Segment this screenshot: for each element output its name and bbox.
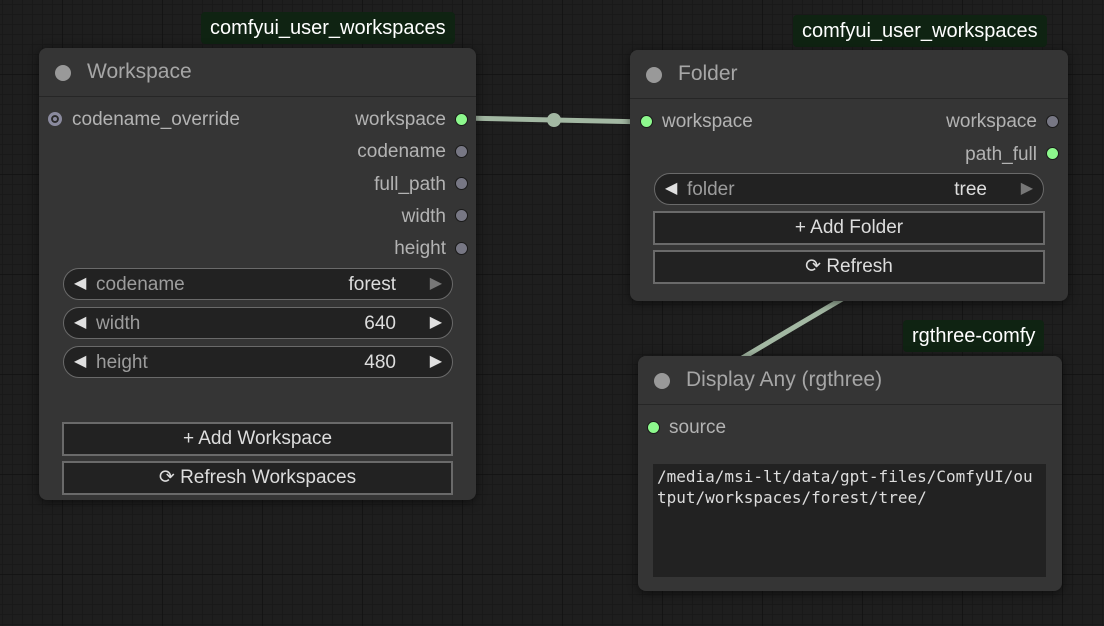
output-slot-height[interactable] — [455, 242, 468, 255]
node-title: Folder — [678, 62, 738, 85]
output-slot-workspace[interactable] — [455, 113, 468, 126]
widget-value: tree — [954, 179, 987, 200]
input-label-codename-override: codename_override — [72, 109, 240, 130]
widget-value: forest — [348, 274, 396, 295]
collapse-dot-icon[interactable] — [654, 373, 670, 389]
refresh-workspaces-button[interactable]: ⟳ Refresh Workspaces — [62, 461, 453, 495]
arrow-right-icon[interactable]: ▶ — [430, 351, 442, 373]
height-number-widget[interactable]: ◀ height 480 ▶ — [63, 346, 453, 378]
output-label-codename: codename — [357, 141, 446, 162]
node-badge-display-any: rgthree-comfy — [903, 320, 1045, 352]
output-label-workspace: workspace — [355, 109, 446, 130]
display-any-node[interactable]: Display Any (rgthree) source /media/msi-… — [638, 356, 1062, 591]
output-slot-width[interactable] — [455, 209, 468, 222]
output-label-workspace: workspace — [946, 111, 1037, 132]
folder-node-title-bar[interactable]: Folder — [630, 50, 1068, 99]
widget-label: folder — [687, 179, 735, 200]
arrow-left-icon[interactable]: ◀ — [74, 273, 86, 295]
widget-label: codename — [96, 274, 185, 295]
widget-value: 480 — [364, 352, 396, 373]
arrow-right-icon[interactable]: ▶ — [430, 312, 442, 334]
workspace-node-title-bar[interactable]: Workspace — [39, 48, 476, 97]
output-label-height: height — [394, 238, 446, 259]
folder-combo-widget[interactable]: ◀ folder tree ▶ — [654, 173, 1044, 205]
output-label-width: width — [401, 206, 446, 227]
display-output-text: /media/msi-lt/data/gpt-files/ComfyUI/out… — [653, 464, 1046, 577]
arrow-left-icon[interactable]: ◀ — [74, 351, 86, 373]
output-slot-path-full[interactable] — [1046, 147, 1059, 160]
widget-value: 640 — [364, 313, 396, 334]
output-label-path-full: path_full — [965, 144, 1037, 165]
node-badge-workspace: comfyui_user_workspaces — [201, 12, 455, 44]
width-number-widget[interactable]: ◀ width 640 ▶ — [63, 307, 453, 339]
output-slot-workspace[interactable] — [1046, 115, 1059, 128]
widget-label: width — [96, 313, 141, 334]
output-slot-codename[interactable] — [455, 145, 468, 158]
output-slot-full-path[interactable] — [455, 177, 468, 190]
output-label-full-path: full_path — [374, 174, 446, 195]
node-title: Display Any (rgthree) — [686, 368, 883, 391]
arrow-right-icon[interactable]: ▶ — [430, 273, 442, 295]
arrow-left-icon[interactable]: ◀ — [665, 178, 677, 200]
workspace-node[interactable]: Workspace codename_override workspace co… — [39, 48, 476, 500]
input-label-source: source — [669, 417, 727, 438]
collapse-dot-icon[interactable] — [55, 65, 71, 81]
widget-label: height — [96, 352, 148, 373]
add-folder-button[interactable]: + Add Folder — [653, 211, 1045, 245]
input-label-workspace: workspace — [662, 111, 753, 132]
add-workspace-button[interactable]: + Add Workspace — [62, 422, 453, 456]
link-midpoint-handle[interactable] — [547, 113, 561, 127]
refresh-button[interactable]: ⟳ Refresh — [653, 250, 1045, 284]
input-slot-source[interactable] — [647, 421, 660, 434]
arrow-left-icon[interactable]: ◀ — [74, 312, 86, 334]
input-slot-workspace[interactable] — [640, 115, 653, 128]
codename-combo-widget[interactable]: ◀ codename forest ▶ — [63, 268, 453, 300]
input-slot-codename-override[interactable] — [48, 112, 62, 126]
node-badge-folder: comfyui_user_workspaces — [793, 15, 1047, 47]
arrow-right-icon[interactable]: ▶ — [1021, 178, 1033, 200]
folder-node[interactable]: Folder workspace workspace path_full ◀ f… — [630, 50, 1068, 301]
display-any-node-title-bar[interactable]: Display Any (rgthree) — [638, 356, 1062, 405]
node-title: Workspace — [87, 60, 192, 83]
collapse-dot-icon[interactable] — [646, 67, 662, 83]
